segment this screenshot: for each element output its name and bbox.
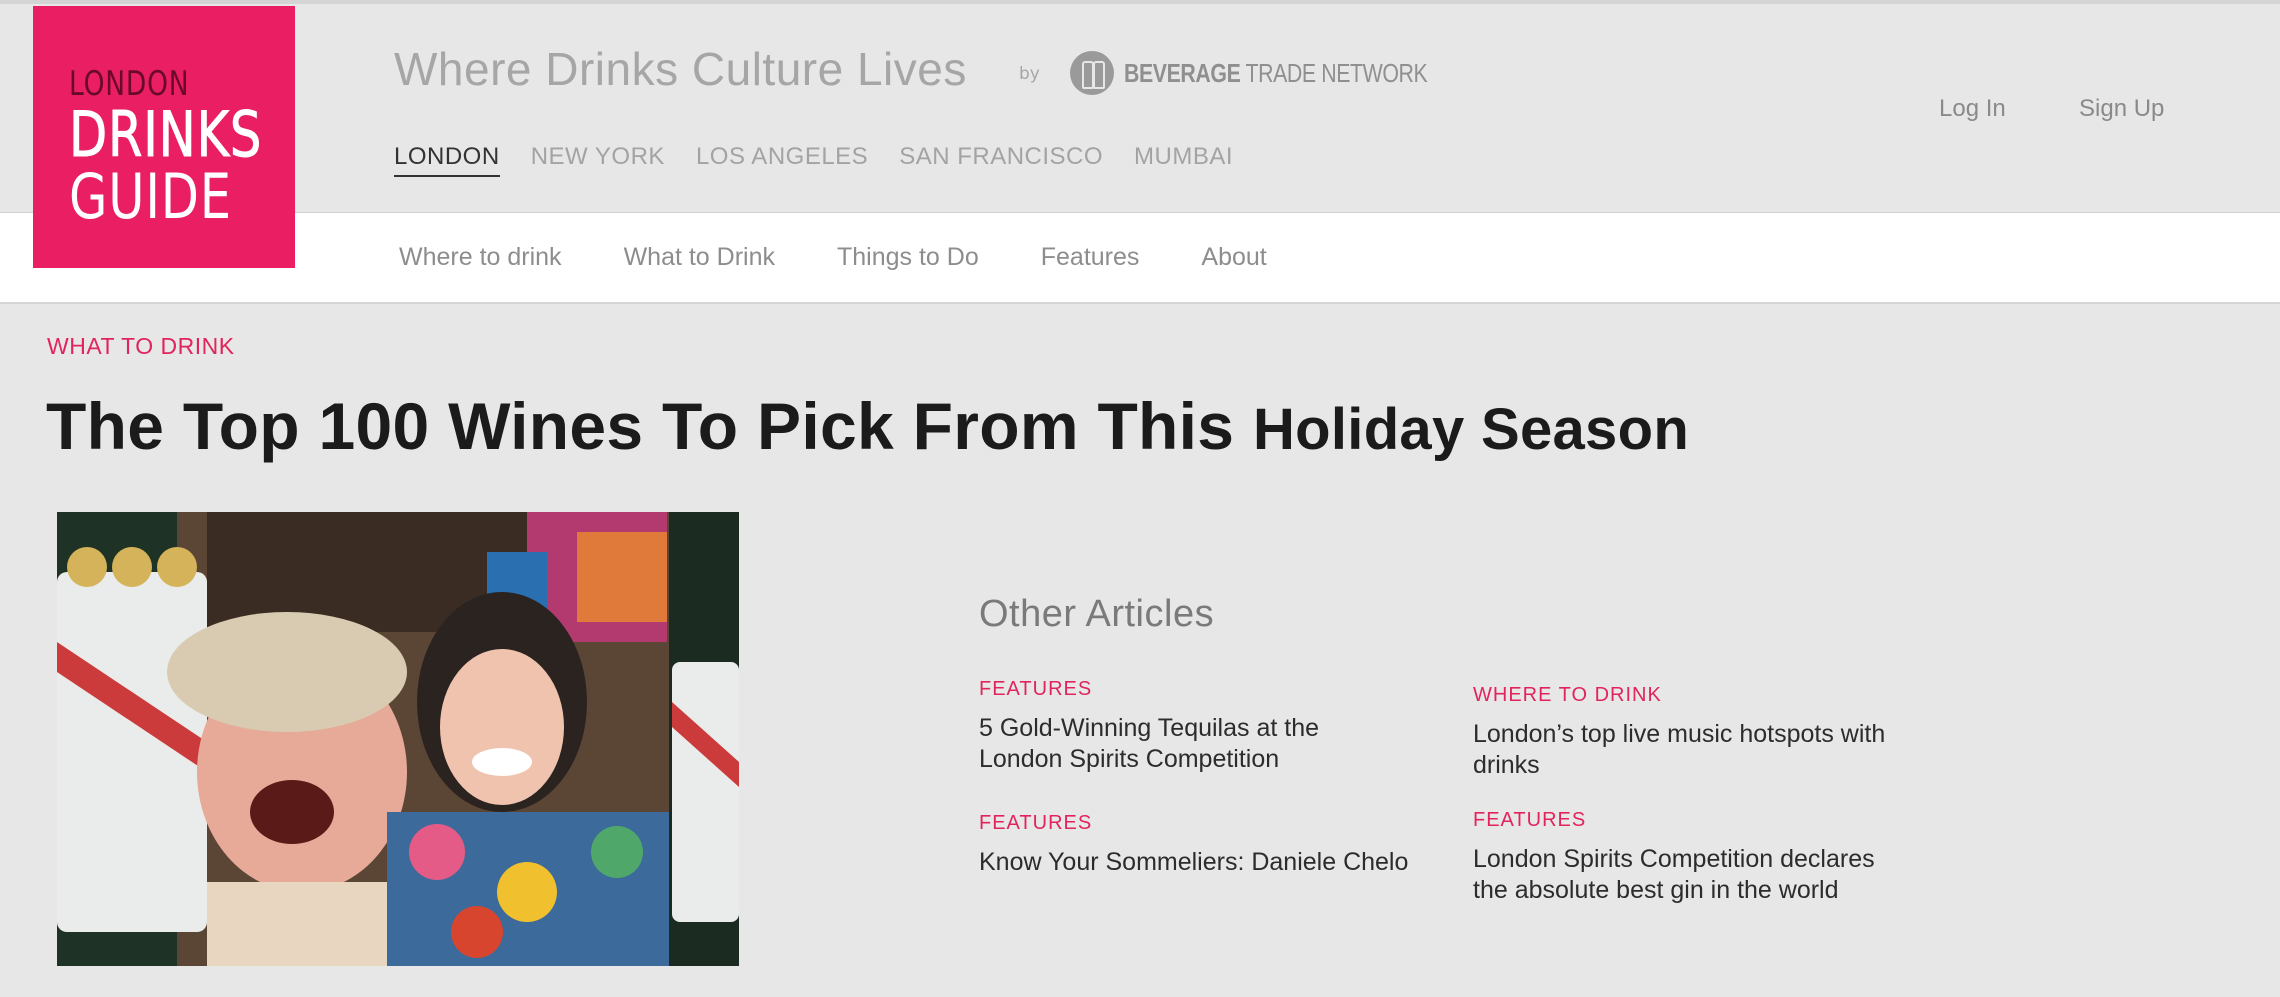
tagline-by: by — [1019, 64, 1040, 84]
login-link[interactable]: Log In — [1939, 95, 2006, 123]
nav-features[interactable]: Features — [1041, 243, 1140, 272]
article-title: The Top 100 Wines To Pick From This Holi… — [46, 388, 1689, 464]
logo-line-guide: GUIDE — [69, 160, 232, 233]
site-tagline: Where Drinks Culture Lives — [394, 43, 967, 95]
nav-about[interactable]: About — [1201, 243, 1266, 272]
nav-things-to-do[interactable]: Things to Do — [837, 243, 979, 272]
city-san-francisco[interactable]: SAN FRANCISCO — [899, 143, 1103, 177]
signup-link[interactable]: Sign Up — [2079, 95, 2164, 123]
other-article-title[interactable]: London’s top live music hotspots with dr… — [1473, 719, 1903, 781]
city-mumbai[interactable]: MUMBAI — [1134, 143, 1233, 177]
other-article-title[interactable]: 5 Gold-Winning Tequilas at the London Sp… — [979, 713, 1409, 775]
other-articles-heading: Other Articles — [979, 593, 1215, 635]
nav-where-to-drink[interactable]: Where to drink — [399, 243, 562, 272]
partner-name-bold: BEVERAGE — [1124, 57, 1241, 88]
other-article-card[interactable]: WHERE TO DRINK London’s top live music h… — [1473, 684, 1903, 781]
article-title-tail: Holiday Season — [1252, 397, 1690, 462]
hero-photo-illustration — [57, 512, 739, 966]
other-article-title[interactable]: London Spirits Competition declares the … — [1473, 844, 1903, 906]
london-drinks-guide-logo[interactable]: LONDON DRINKS GUIDE — [33, 6, 295, 268]
main-nav-bar: Where to drink What to Drink Things to D… — [0, 212, 2280, 304]
article-hero-image[interactable] — [57, 512, 739, 966]
beverage-trade-network-logo[interactable]: BEVERAGE TRADE NETWORK — [1070, 51, 1494, 95]
city-london[interactable]: LONDON — [394, 143, 500, 177]
other-article-card[interactable]: FEATURES 5 Gold-Winning Tequilas at the … — [979, 678, 1409, 775]
logo-line-drinks: DRINKS — [69, 98, 263, 171]
article-category[interactable]: WHAT TO DRINK — [47, 333, 235, 360]
city-selector: LONDON NEW YORK LOS ANGELES SAN FRANCISC… — [394, 143, 1233, 177]
partner-name: BEVERAGE TRADE NETWORK — [1124, 57, 1428, 89]
article-title-main: The Top 100 Wines To Pick From This — [46, 389, 1253, 463]
other-article-category[interactable]: FEATURES — [1473, 809, 1903, 832]
city-new-york[interactable]: NEW YORK — [531, 143, 665, 177]
nav-what-to-drink[interactable]: What to Drink — [624, 243, 775, 272]
top-border — [0, 0, 2280, 4]
other-article-card[interactable]: FEATURES Know Your Sommeliers: Daniele C… — [979, 812, 1409, 878]
other-article-category[interactable]: WHERE TO DRINK — [1473, 684, 1903, 707]
beverage-trade-network-bottles-icon — [1070, 51, 1114, 95]
other-article-title[interactable]: Know Your Sommeliers: Daniele Chelo — [979, 847, 1409, 878]
partner-name-rest: TRADE NETWORK — [1240, 57, 1428, 88]
city-los-angeles[interactable]: LOS ANGELES — [696, 143, 868, 177]
other-article-category[interactable]: FEATURES — [979, 812, 1409, 835]
main-nav: Where to drink What to Drink Things to D… — [399, 243, 1267, 272]
other-article-category[interactable]: FEATURES — [979, 678, 1409, 701]
other-article-card[interactable]: FEATURES London Spirits Competition decl… — [1473, 809, 1903, 906]
